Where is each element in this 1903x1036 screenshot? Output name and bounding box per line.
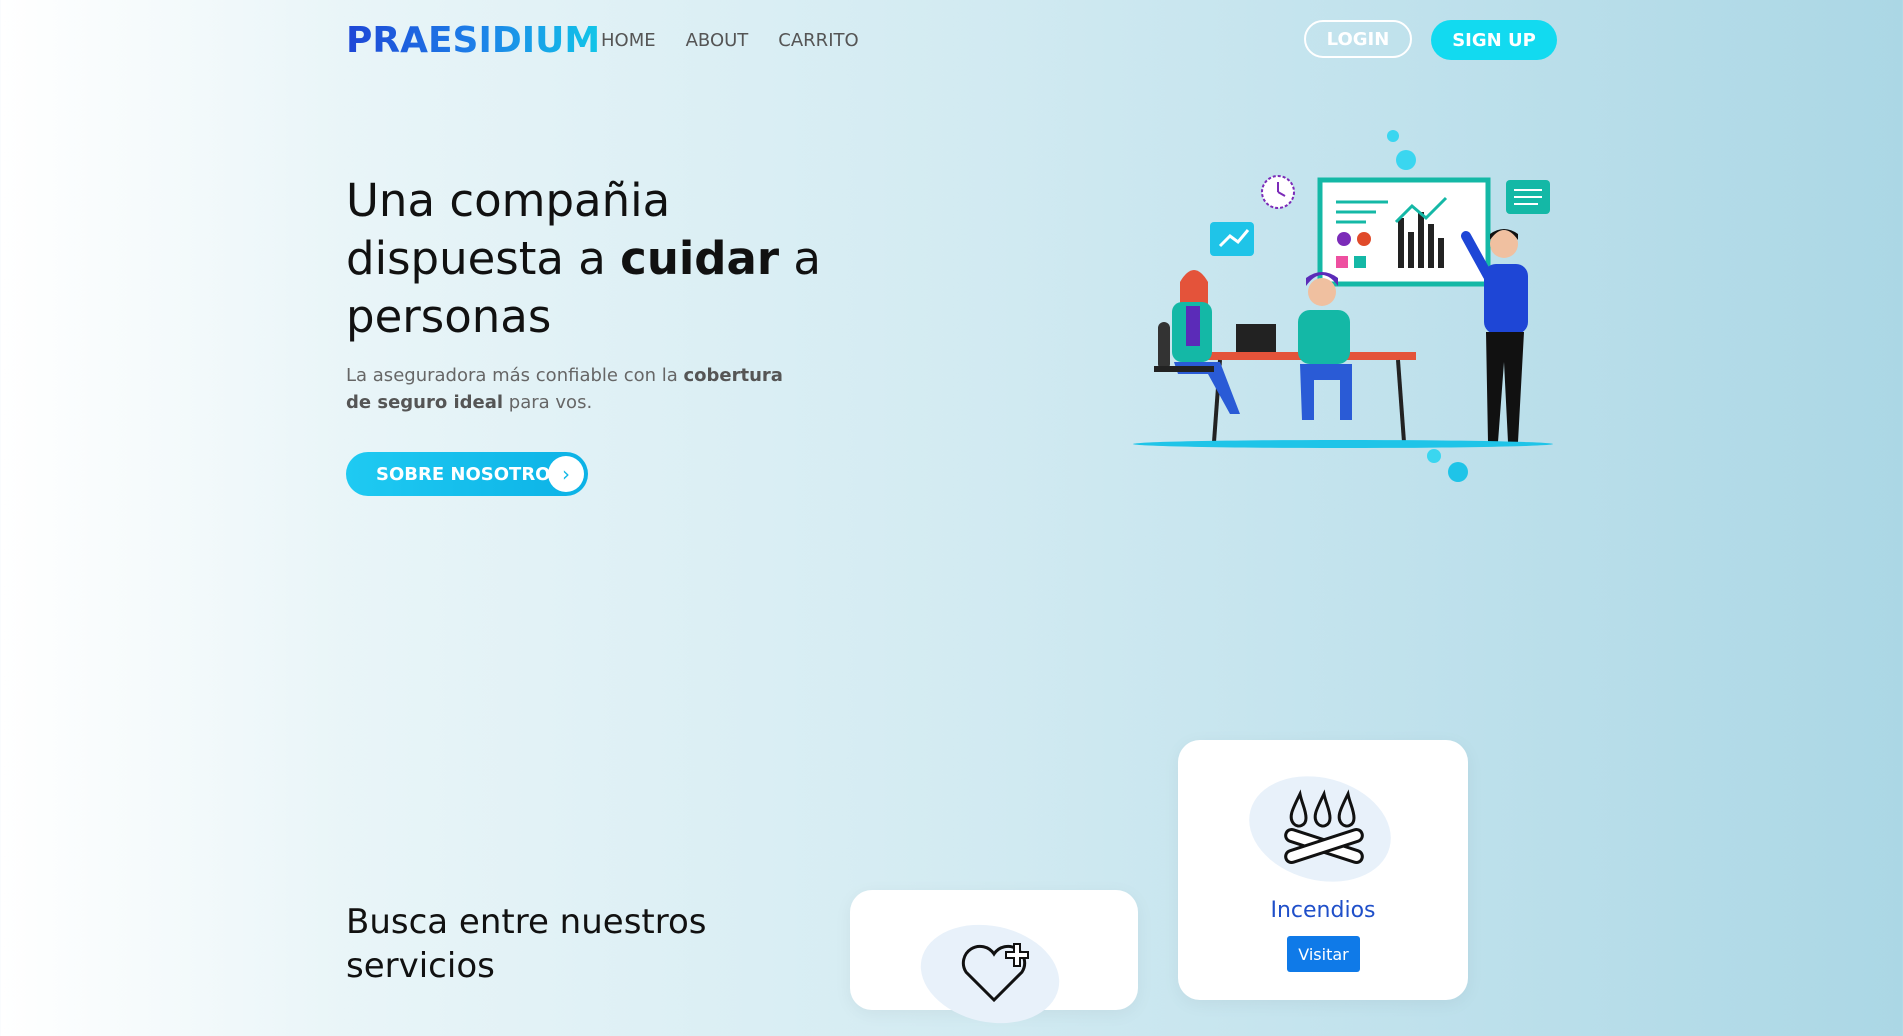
- service-card[interactable]: [850, 890, 1138, 1036]
- nav-carrito-link[interactable]: CARRITO: [778, 30, 858, 51]
- hero-title: Una compañia dispuesta a cuidar a person…: [346, 172, 826, 346]
- about-us-label: SOBRE NOSOTROS: [376, 463, 564, 485]
- team-meeting-illustration: [1133, 130, 1553, 482]
- hero-title-post: a: [779, 232, 821, 285]
- logo[interactable]: PRAESIDIUM: [346, 20, 600, 61]
- navbar: PRAESIDIUM HOME ABOUT CARRITO LOGIN SIGN…: [346, 18, 1557, 64]
- visit-button[interactable]: Visitar: [1287, 936, 1360, 972]
- service-name: Incendios: [1270, 898, 1376, 923]
- hero-title-line3: personas: [346, 290, 552, 343]
- signup-button[interactable]: SIGN UP: [1431, 20, 1557, 60]
- service-card-incendios[interactable]: Incendios Visitar: [1178, 740, 1468, 1000]
- nav-links: HOME ABOUT CARRITO: [601, 30, 859, 51]
- about-us-button[interactable]: SOBRE NOSOTROS ›: [346, 452, 588, 496]
- fire-icon: [1284, 789, 1364, 865]
- services-title: Busca entre nuestros servicios: [346, 902, 707, 986]
- nav-home-link[interactable]: HOME: [601, 30, 656, 51]
- login-button[interactable]: LOGIN: [1304, 20, 1412, 58]
- hero-title-bold: cuidar: [620, 232, 780, 285]
- chevron-right-icon: ›: [548, 456, 584, 492]
- hero-subtitle: La aseguradora más confiable con la cobe…: [346, 362, 796, 416]
- hero-sub-pre: La aseguradora más confiable con la: [346, 365, 684, 386]
- nav-about-link[interactable]: ABOUT: [686, 30, 749, 51]
- hero-title-pre: dispuesta a: [346, 232, 621, 285]
- heart-cross-icon: [961, 943, 1029, 1002]
- hero-sub-post: para vos.: [503, 392, 593, 413]
- hero-title-line1: Una compañia: [346, 174, 671, 227]
